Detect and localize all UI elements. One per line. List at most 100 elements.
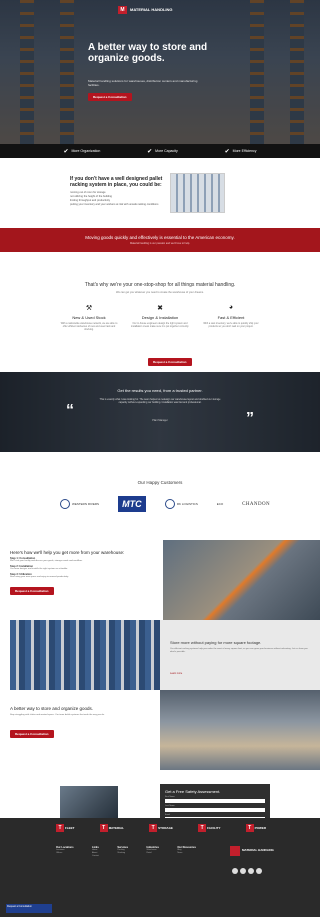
storage-section: Store more without paying for more squar… — [0, 620, 320, 780]
service-column: ✖ Design & Installation Our in-house eng… — [131, 304, 189, 332]
hero-overlay — [0, 0, 320, 144]
customers-title: Our Happy Customers — [137, 480, 183, 485]
warehouse-aisle-image — [160, 690, 320, 770]
first-name-input[interactable] — [165, 799, 265, 803]
help-consultation-button[interactable]: Request a Consultation — [10, 587, 54, 595]
brand-logo[interactable]: T STORAGE — [149, 824, 173, 832]
testimonial-title: Get the results you need, from a trusted… — [117, 388, 203, 393]
customers-section: Our Happy Customers WESTERN RIVERS MTC R… — [0, 452, 320, 540]
quote-close-icon: ” — [246, 410, 254, 427]
step-text: We'll visit your facility and discuss yo… — [10, 560, 83, 562]
brand-logo[interactable]: T MATERIAL — [99, 824, 124, 832]
globe-icon — [60, 499, 70, 509]
one-stop-title: That's why we're your one-stop-shop for … — [84, 282, 236, 288]
check-icon: ✔ — [147, 148, 153, 155]
field-label: Last Name — [165, 805, 175, 807]
site-logo[interactable]: M MATERIAL HANDLING — [118, 6, 173, 14]
feature-item: ✔ More Organization — [63, 148, 101, 155]
brand-logo[interactable]: T FACILITY — [198, 824, 220, 832]
help-text: Here's how we'll help you get more from … — [10, 550, 160, 597]
problem-section: If you don't have a well designed pallet… — [0, 158, 320, 228]
check-icon: ✔ — [224, 148, 230, 155]
customer-logo: WESTERN RIVERS — [60, 496, 99, 512]
field-label: First Name — [165, 796, 175, 798]
floating-consultation-badge[interactable]: Request a Consultation — [6, 904, 52, 913]
gauge-icon: ◕ — [228, 304, 234, 311]
step-text: Start using your new space and enjoy inc… — [10, 576, 69, 578]
better-text: Stop struggling with clutter and wasted … — [10, 714, 105, 716]
storage-text: Our efficient racking systems help you m… — [170, 648, 308, 653]
one-stop-section: That's why we're your one-stop-shop for … — [0, 252, 320, 372]
brand-mark-icon: T — [198, 824, 207, 832]
footer-column: Industries Warehouse Retail — [146, 846, 159, 854]
hero-title: A better way to store and organize goods… — [88, 42, 208, 64]
quote-open-icon: “ — [66, 402, 74, 419]
customer-logo: RK LOGISTICS — [164, 496, 198, 512]
customer-logos: WESTERN RIVERS MTC RK LOGISTICS ECO CHAN… — [60, 496, 270, 512]
customer-logo: MTC — [117, 496, 146, 512]
racking-image — [10, 620, 160, 690]
brand-logos: T FLEET T MATERIAL T STORAGE T FACILITY T POW… — [56, 824, 266, 832]
one-stop-lead: We can get you whatever you need to crea… — [116, 291, 204, 294]
footer-column: Our Resources Blog News — [177, 846, 196, 854]
circle-logo-icon — [164, 499, 175, 509]
list-item: putting your inventory and your workers … — [70, 203, 159, 206]
linkedin-icon[interactable] — [248, 868, 254, 874]
service-title: Design & Installation — [141, 315, 179, 320]
last-name-input[interactable] — [165, 808, 265, 812]
one-stop-consultation-button[interactable]: Request a Consultation — [148, 358, 192, 366]
footer-column: Our Locations Locations Offices — [56, 846, 74, 854]
problem-list: running out of room for storage not util… — [70, 191, 158, 207]
form-title: Get a Free Safety Assessment. — [165, 789, 221, 794]
better-title: A better way to store and organize goods… — [10, 706, 94, 711]
field-label: Email — [165, 814, 171, 816]
twitter-icon[interactable] — [240, 868, 246, 874]
feature-bar: ✔ More Organization ✔ More Capacity ✔ More … — [0, 144, 320, 158]
testimonial-author: Plant Manager — [152, 419, 168, 422]
red-banner: Moving goods quickly and effectively is … — [0, 228, 320, 252]
storage-panel: Store more without paying for more squar… — [160, 620, 320, 690]
service-columns: ⚒ New & Used Stock With a nationwide war… — [60, 304, 260, 332]
help-section: Here's how we'll help you get more from … — [0, 540, 320, 620]
service-text: Our in-house engineers design the right … — [131, 322, 189, 329]
customer-logo: ECO — [216, 502, 224, 506]
better-panel: A better way to store and organize goods… — [10, 690, 160, 770]
problem-title: If you don't have a well designed pallet… — [70, 176, 163, 188]
step-text: Our team designs and installs the right … — [10, 568, 68, 570]
footer-columns: Our Locations Locations Offices Links Home A… — [56, 846, 196, 858]
hero-consultation-button[interactable]: Request a Consultation — [88, 93, 132, 101]
service-column: ⚒ New & Used Stock With a nationwide war… — [60, 304, 118, 332]
hand-truck-icon: ⚒ — [85, 305, 93, 312]
tools-icon: ✖ — [157, 305, 163, 312]
youtube-icon[interactable] — [256, 868, 262, 874]
footer-column: Links Home About Contact — [92, 846, 99, 857]
brand-logo[interactable]: T POWER — [245, 824, 266, 832]
footer-logo[interactable]: MATERIAL HANDLING — [230, 846, 274, 856]
testimonial-overlay — [0, 372, 320, 452]
storage-title: Store more without paying for more squar… — [170, 640, 262, 645]
logo-text: MATERIAL HANDLING — [130, 7, 173, 12]
warehouse-image — [170, 173, 225, 213]
better-consultation-button[interactable]: Request a Consultation — [10, 730, 54, 738]
service-text: With a nationwide warehouse network, we … — [60, 322, 118, 332]
feature-item: ✔ More Efficiency — [224, 148, 257, 155]
learn-more-link[interactable]: Learn more — [170, 672, 182, 675]
brand-mark-icon: T — [56, 824, 64, 832]
testimonial-body: This is exactly what I was looking for. … — [99, 398, 221, 405]
facebook-icon[interactable] — [232, 868, 238, 874]
help-title: Here's how we'll help you get more from … — [10, 550, 125, 555]
brand-mark-icon: T — [149, 824, 158, 832]
social-links — [232, 868, 262, 874]
service-column: ◕ Fast & Efficient With a vast inventory… — [202, 304, 260, 332]
logo-mark-icon: M — [118, 6, 127, 14]
footer-column: Services Racking Shelving — [117, 846, 129, 854]
brand-mark-icon: T — [245, 824, 254, 832]
banner-subtitle: Material handling is our passion and we'… — [130, 242, 190, 245]
customer-logo: CHANDON — [242, 501, 270, 507]
logo-mark-icon — [230, 846, 240, 856]
service-title: New & Used Stock — [72, 315, 106, 320]
service-title: Fast & Efficient — [217, 315, 245, 320]
brand-logo[interactable]: T FLEET — [56, 824, 75, 832]
site-footer: T FLEET T MATERIAL T STORAGE T FACILITY T POW… — [0, 818, 320, 917]
forklift-image — [163, 540, 320, 620]
